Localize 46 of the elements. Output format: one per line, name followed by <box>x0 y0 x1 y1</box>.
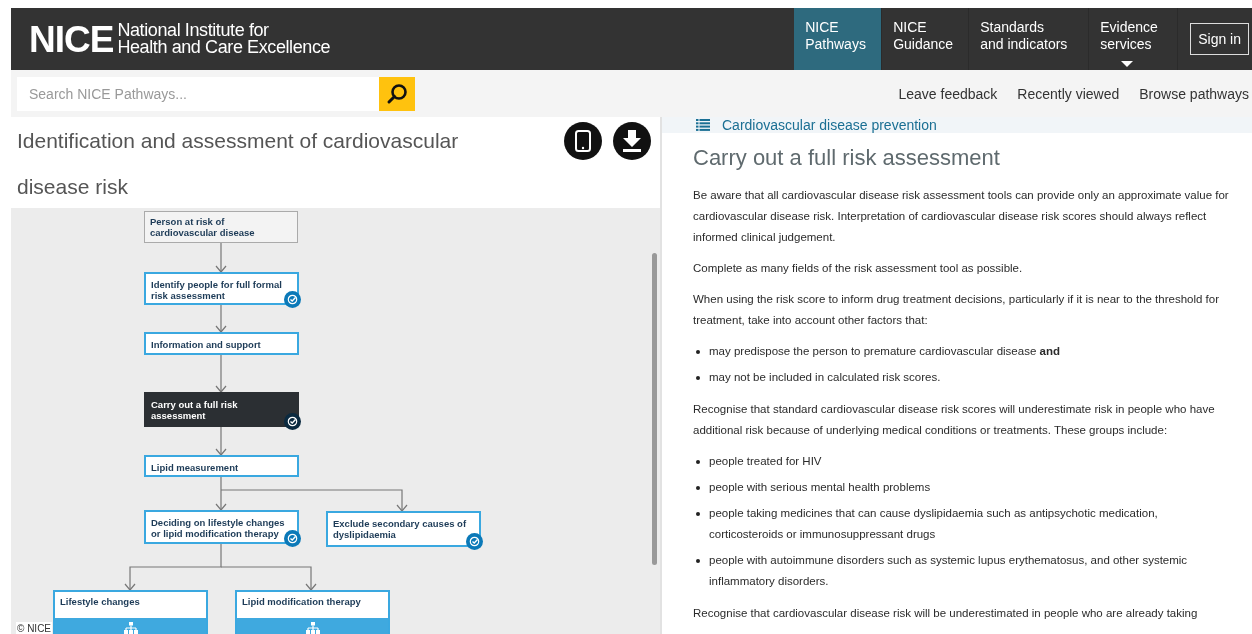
paragraph: Recognise that cardiovascular disease risk will be underestimated in people who are already taking <box>693 606 1199 621</box>
mobile-icon[interactable] <box>564 122 602 160</box>
connector <box>215 304 227 333</box>
pathway-node[interactable]: Carry out a full risk assessment <box>144 392 299 427</box>
pathway-node[interactable]: Exclude secondary causes of dyslipidaemia <box>326 511 481 547</box>
list-item: may predispose the person to premature cardiovascular disease and <box>709 344 1060 359</box>
search-icon <box>386 82 408 105</box>
search-field[interactable]: Search NICE Pathways... <box>17 76 379 111</box>
search-button[interactable] <box>379 76 415 111</box>
list-item: people treated for HIV <box>709 454 822 469</box>
pathway-node[interactable]: Person at risk of cardiovascular disease <box>144 211 298 243</box>
hierarchy-icon <box>123 622 138 634</box>
paragraph: Complete as many fields of the risk assessment tool as possible. <box>693 261 1024 276</box>
header-link[interactable]: Recently viewed <box>1017 85 1120 102</box>
pathway-node[interactable]: Lipid modification therapy <box>235 590 390 634</box>
bullet-icon <box>696 512 700 516</box>
header-link[interactable]: Browse pathways <box>1139 85 1249 102</box>
list-item: may not be included in calculated risk scores. <box>709 370 941 385</box>
pathway-node[interactable]: Lipid measurement <box>144 455 299 477</box>
pathway-node[interactable]: Lifestyle changes <box>53 590 208 634</box>
header-link[interactable]: Leave feedback <box>898 85 998 102</box>
paragraph: Recognise that standard cardiovascular disease risk scores will underestimate risk in people who have additional risk because of underlying medical conditions or treatments. These groups include: <box>693 402 1216 438</box>
list-item: people with autoimmune disorders such as systemic lupus erythematosus, and other systemic inflammatory disorders. <box>709 553 1189 589</box>
bullet-icon <box>696 559 700 563</box>
bullet-icon <box>696 486 700 490</box>
hierarchy-icon <box>305 622 320 634</box>
nav-tab[interactable]: NICE Pathways <box>794 8 883 70</box>
pathway-node[interactable]: Deciding on lifestyle changes or lipid modification therapy <box>144 510 299 544</box>
bullet-icon <box>696 376 700 380</box>
scrollbar[interactable] <box>652 253 657 565</box>
connector <box>215 242 227 273</box>
paragraph: When using the risk score to inform drug treatment decisions, particularly if it is near to the threshold for treatment, take into account other factors that: <box>693 292 1221 328</box>
bullet-icon <box>696 350 700 354</box>
copyright-text: © NICE <box>16 622 53 634</box>
connector <box>215 354 227 393</box>
list-item: people with serious mental health problems <box>709 480 931 495</box>
list-icon[interactable] <box>696 119 710 131</box>
connector <box>215 426 227 456</box>
section-heading: Carry out a full risk assessment <box>693 145 1001 171</box>
sign-in-button[interactable]: Sign in <box>1190 23 1249 55</box>
paragraph: Be aware that all cardiovascular disease risk assessment tools can provide only an approximate value for cardiovascular disease risk. Interpretation of cardiovascular disease risk scores should always reflect informed clinical judgement. <box>693 188 1230 245</box>
pathway-node[interactable]: Information and support <box>144 332 299 355</box>
pathway-node[interactable]: Identify people for full formal risk assessment <box>144 272 299 305</box>
bullet-icon <box>696 460 700 464</box>
pathway-title: Identification and assessment of cardiovascular disease risk <box>17 128 460 200</box>
download-icon[interactable] <box>613 122 651 160</box>
